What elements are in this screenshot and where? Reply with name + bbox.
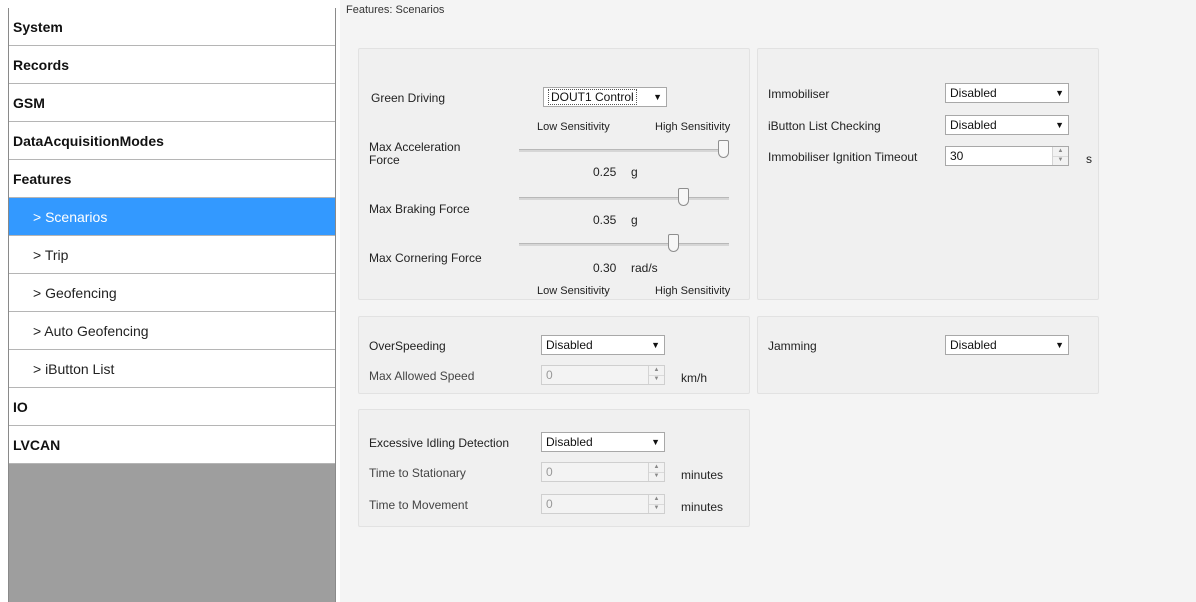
idling-panel: Excessive Idling Detection Disabled ▼ Ti… (358, 409, 750, 527)
acceleration-slider-thumb[interactable] (718, 140, 729, 158)
braking-slider-track[interactable] (519, 197, 729, 200)
stationary-input[interactable]: 0 ▲ ▼ (541, 462, 665, 482)
max-speed-value: 0 (546, 368, 553, 382)
stationary-label: Time to Stationary (369, 466, 466, 480)
idling-select[interactable]: Disabled ▼ (541, 432, 665, 452)
ibutton-checking-label: iButton List Checking (768, 119, 881, 133)
nav-data-acquisition-modes[interactable]: DataAcquisitionModes (9, 122, 335, 160)
cornering-label: Max Cornering Force (369, 251, 482, 265)
green-driving-panel: Green Driving DOUT1 Control ▼ Low Sensit… (358, 48, 750, 300)
immobiliser-label: Immobiliser (768, 87, 830, 101)
acceleration-unit: g (631, 165, 638, 179)
high-sensitivity-label: High Sensitivity (655, 121, 731, 133)
movement-stepper[interactable]: ▲ ▼ (648, 495, 664, 513)
jamming-label: Jamming (768, 339, 817, 353)
nav-io[interactable]: IO (9, 388, 335, 426)
nav-geofencing[interactable]: > Geofencing (9, 274, 335, 312)
nav-features[interactable]: Features (9, 160, 335, 198)
immobiliser-select[interactable]: Disabled ▼ (945, 83, 1069, 103)
acceleration-slider-track[interactable] (519, 149, 729, 152)
green-driving-value: DOUT1 Control (548, 89, 637, 105)
green-driving-label: Green Driving (371, 91, 446, 105)
ignition-timeout-input[interactable]: 30 ▲ ▼ (945, 146, 1069, 166)
acceleration-value: 0.25 (593, 165, 617, 179)
chevron-down-icon: ▼ (653, 92, 662, 102)
sidebar: System Records GSM DataAcquisitionModes … (8, 8, 336, 602)
overspeeding-value: Disabled (546, 338, 593, 352)
main-content: Features: Scenarios Green Driving DOUT1 … (340, 0, 1196, 602)
immobiliser-panel: Immobiliser Disabled ▼ iButton List Chec… (757, 48, 1099, 300)
nav-trip[interactable]: > Trip (9, 236, 335, 274)
cornering-value: 0.30 (593, 261, 617, 275)
chevron-down-icon: ▼ (1055, 340, 1064, 350)
stationary-stepper[interactable]: ▲ ▼ (648, 463, 664, 481)
max-speed-input[interactable]: 0 ▲ ▼ (541, 365, 665, 385)
overspeeding-panel: OverSpeeding Disabled ▼ Max Allowed Spee… (358, 316, 750, 394)
movement-value: 0 (546, 497, 553, 511)
jamming-select[interactable]: Disabled ▼ (945, 335, 1069, 355)
max-speed-stepper[interactable]: ▲ ▼ (648, 366, 664, 384)
chevron-down-icon: ▼ (1055, 88, 1064, 98)
chevron-down-icon: ▼ (651, 437, 660, 447)
nav-ibutton-list[interactable]: > iButton List (9, 350, 335, 388)
max-speed-label: Max Allowed Speed (369, 369, 475, 383)
low-sensitivity-label-bottom: Low Sensitivity (537, 285, 610, 297)
breadcrumb: Features: Scenarios (346, 4, 445, 16)
braking-unit: g (631, 213, 638, 227)
idling-label: Excessive Idling Detection (369, 436, 510, 450)
nav-system[interactable]: System (9, 8, 335, 46)
high-sensitivity-label-bottom: High Sensitivity (655, 285, 731, 297)
overspeeding-label: OverSpeeding (369, 339, 446, 353)
low-sensitivity-label: Low Sensitivity (537, 121, 610, 133)
nav-records[interactable]: Records (9, 46, 335, 84)
idling-value: Disabled (546, 435, 593, 449)
ignition-timeout-stepper[interactable]: ▲ ▼ (1052, 147, 1068, 165)
nav-auto-geofencing[interactable]: > Auto Geofencing (9, 312, 335, 350)
braking-slider-thumb[interactable] (678, 188, 690, 206)
spin-down-icon[interactable]: ▼ (1053, 156, 1068, 165)
cornering-slider-track[interactable] (519, 243, 729, 246)
nav-lvcan[interactable]: LVCAN (9, 426, 335, 464)
movement-label: Time to Movement (369, 498, 468, 512)
nav-gsm[interactable]: GSM (9, 84, 335, 122)
ignition-timeout-unit: s (1086, 152, 1092, 166)
green-driving-select[interactable]: DOUT1 Control ▼ (543, 87, 667, 107)
stationary-unit: minutes (681, 468, 724, 482)
chevron-down-icon: ▼ (651, 340, 660, 350)
chevron-down-icon: ▼ (1055, 120, 1064, 130)
jamming-value: Disabled (950, 338, 997, 352)
braking-value: 0.35 (593, 213, 617, 227)
spin-down-icon[interactable]: ▼ (649, 504, 664, 513)
nav-scenarios[interactable]: > Scenarios (9, 198, 335, 236)
stationary-value: 0 (546, 465, 553, 479)
acceleration-label: Max Acceleration Force (369, 140, 461, 167)
movement-unit: minutes (681, 500, 724, 514)
overspeeding-select[interactable]: Disabled ▼ (541, 335, 665, 355)
cornering-slider-thumb[interactable] (668, 234, 680, 252)
jamming-panel: Jamming Disabled ▼ (757, 316, 1099, 394)
ignition-timeout-value: 30 (950, 149, 964, 163)
braking-label: Max Braking Force (369, 202, 470, 216)
cornering-unit: rad/s (631, 261, 658, 275)
movement-input[interactable]: 0 ▲ ▼ (541, 494, 665, 514)
spin-down-icon[interactable]: ▼ (649, 472, 664, 481)
spin-down-icon[interactable]: ▼ (649, 375, 664, 384)
immobiliser-value: Disabled (950, 86, 997, 100)
ibutton-checking-value: Disabled (950, 118, 997, 132)
ibutton-checking-select[interactable]: Disabled ▼ (945, 115, 1069, 135)
max-speed-unit: km/h (681, 371, 708, 385)
ignition-timeout-label: Immobiliser Ignition Timeout (768, 150, 918, 164)
